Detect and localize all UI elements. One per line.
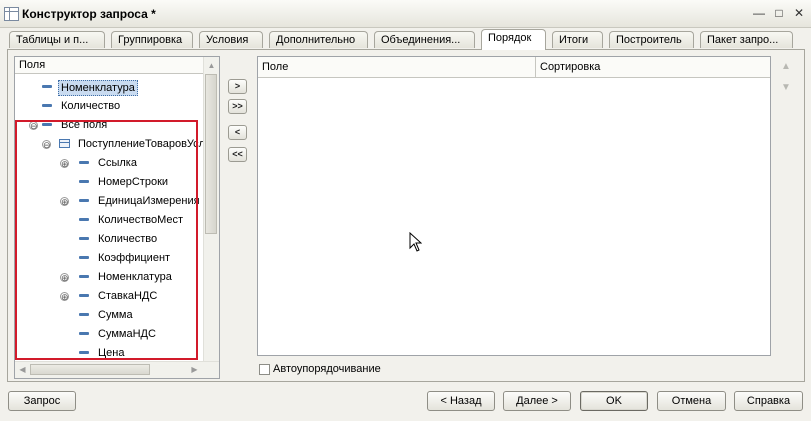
close-button[interactable]: ✕ <box>792 6 806 20</box>
scroll-right-icon[interactable]: ▶ <box>187 362 202 378</box>
tree-row-label: СтавкаНДС <box>98 290 158 302</box>
add-field-button[interactable]: > <box>228 79 247 94</box>
tree-row-label: Номенклатура <box>58 80 138 96</box>
tab-strip: Таблицы и п... Группировка Условия Допол… <box>0 29 811 50</box>
back-button[interactable]: < Назад <box>427 391 495 411</box>
attribute-icon <box>42 85 52 88</box>
tree-row-label: Сумма <box>98 309 133 321</box>
expand-icon[interactable]: ⊕ <box>60 197 69 207</box>
move-up-icon[interactable]: ▲ <box>779 60 793 74</box>
tree-row-label: ПоступлениеТоваровУсл <box>78 138 206 150</box>
tree-row-label: ЕдиницаИзмерения <box>98 195 200 207</box>
collapse-icon[interactable]: ⊖ <box>29 121 38 131</box>
fields-tree[interactable]: Поля Номенклатура Количество ⊖ Все поля … <box>14 56 220 379</box>
maximize-button[interactable]: □ <box>772 6 786 20</box>
attribute-icon <box>79 332 89 335</box>
attribute-icon <box>79 313 89 316</box>
remove-field-button[interactable]: < <box>228 125 247 140</box>
order-grid-header: Поле Сортировка <box>258 57 770 78</box>
tab-grouping[interactable]: Группировка <box>111 31 193 48</box>
tree-row-label: КоличествоМест <box>98 214 184 226</box>
tree-row-label: Все поля <box>61 119 108 131</box>
attribute-icon <box>79 237 89 240</box>
help-button[interactable]: Справка <box>734 391 803 411</box>
attribute-icon <box>79 351 89 354</box>
tree-row[interactable]: Цена <box>15 344 205 362</box>
remove-all-fields-button[interactable]: << <box>228 147 247 162</box>
tree-row-label: Цена <box>98 347 125 359</box>
tab-tables[interactable]: Таблицы и п... <box>9 31 105 48</box>
tree-row-label: СуммаНДС <box>98 328 156 340</box>
scroll-thumb[interactable] <box>205 74 217 234</box>
table-icon <box>59 139 70 148</box>
move-down-icon[interactable]: ▼ <box>779 81 793 95</box>
tab-advanced[interactable]: Дополнительно <box>269 31 368 48</box>
tree-row-label: Количество <box>98 233 158 245</box>
tree-row[interactable]: Номенклатура <box>15 78 205 96</box>
tree-row[interactable]: Коэффициент <box>15 249 205 267</box>
fields-tree-horizontal-scrollbar[interactable]: ◀ ▶ <box>15 361 219 378</box>
window-title: Конструктор запроса * <box>22 7 156 21</box>
auto-order-checkbox[interactable] <box>259 364 270 375</box>
tree-row[interactable]: КоличествоМест <box>15 211 205 229</box>
fields-tree-vertical-scrollbar[interactable]: ▲ <box>203 57 219 362</box>
collapse-icon[interactable]: ⊖ <box>42 140 51 150</box>
cancel-button[interactable]: Отмена <box>657 391 726 411</box>
tree-row[interactable]: ⊕ ЕдиницаИзмерения <box>15 192 205 210</box>
tab-totals[interactable]: Итоги <box>552 31 603 48</box>
fields-tree-header: Поля <box>15 57 205 74</box>
tree-row-label: НомерСтроки <box>98 176 169 188</box>
tree-row-label: Ссылка <box>98 157 137 169</box>
tab-unions[interactable]: Объединения... <box>374 31 475 48</box>
attribute-icon <box>79 294 89 297</box>
attribute-icon <box>79 180 89 183</box>
scroll-up-icon[interactable]: ▲ <box>204 58 219 73</box>
attribute-icon <box>79 199 89 202</box>
tree-row[interactable]: Количество <box>15 230 205 248</box>
tree-row[interactable]: ⊕ СтавкаНДС <box>15 287 205 305</box>
expand-icon[interactable]: ⊕ <box>60 292 69 302</box>
tree-row[interactable]: ⊖ ПоступлениеТоваровУсл <box>15 135 205 153</box>
attribute-icon <box>79 256 89 259</box>
tab-conditions[interactable]: Условия <box>199 31 263 48</box>
query-builder-icon <box>4 7 19 21</box>
attribute-icon <box>79 218 89 221</box>
tree-row[interactable]: НомерСтроки <box>15 173 205 191</box>
tree-row[interactable]: ⊕ Ссылка <box>15 154 205 172</box>
attribute-icon <box>42 123 52 126</box>
expand-icon[interactable]: ⊕ <box>60 159 69 169</box>
tree-row-label: Коэффициент <box>98 252 171 264</box>
tree-row[interactable]: СуммаНДС <box>15 325 205 343</box>
tree-row-label: Номенклатура <box>98 271 172 283</box>
scroll-left-icon[interactable]: ◀ <box>15 362 30 378</box>
title-bar: Конструктор запроса * — □ ✕ <box>0 0 811 28</box>
mouse-cursor-icon <box>409 232 422 252</box>
attribute-icon <box>42 104 52 107</box>
next-button[interactable]: Далее > <box>503 391 571 411</box>
tree-row[interactable]: Количество <box>15 97 205 115</box>
order-grid[interactable]: Поле Сортировка <box>257 56 771 356</box>
tree-row-label: Количество <box>61 100 121 112</box>
column-header-sorting[interactable]: Сортировка <box>536 57 770 77</box>
expand-icon[interactable]: ⊕ <box>60 273 69 283</box>
tree-row[interactable]: Сумма <box>15 306 205 324</box>
minimize-button[interactable]: — <box>752 6 766 20</box>
tab-query-batch[interactable]: Пакет запро... <box>700 31 793 48</box>
add-all-fields-button[interactable]: >> <box>228 99 247 114</box>
tree-row[interactable]: ⊕ Номенклатура <box>15 268 205 286</box>
column-header-field[interactable]: Поле <box>258 57 536 77</box>
attribute-icon <box>79 161 89 164</box>
auto-order-label: Автоупорядочивание <box>273 363 381 375</box>
ok-button[interactable]: OK <box>580 391 648 411</box>
tree-row[interactable]: ⊖ Все поля <box>15 116 205 134</box>
tab-builder[interactable]: Построитель <box>609 31 694 48</box>
tab-order[interactable]: Порядок <box>481 29 546 50</box>
attribute-icon <box>79 275 89 278</box>
query-button[interactable]: Запрос <box>8 391 76 411</box>
scroll-thumb[interactable] <box>30 364 150 375</box>
